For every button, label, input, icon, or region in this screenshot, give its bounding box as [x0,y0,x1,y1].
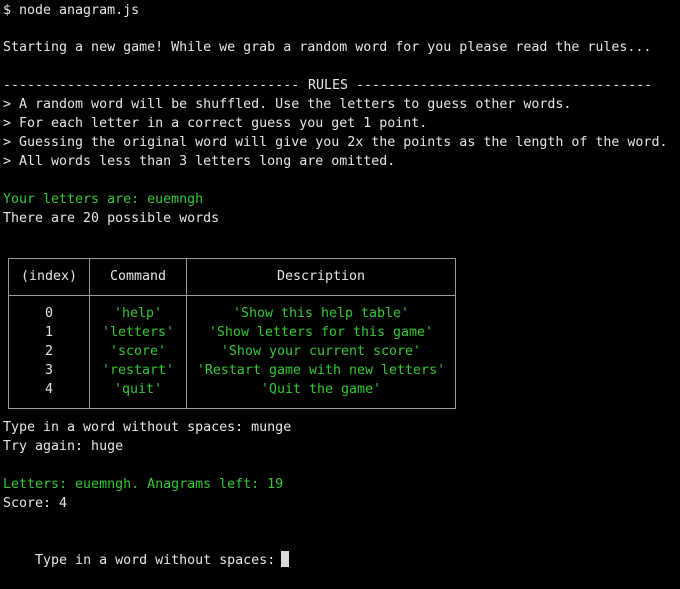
rule-line: > Guessing the original word will give y… [3,135,668,150]
table-cell-command: 'score' [109,344,167,359]
text-cursor[interactable] [281,551,290,567]
table-cell-description: 'Restart game with new letters' [196,363,446,378]
score-line: Score: 4 [3,496,68,511]
table-cell-index: 2 [44,344,53,359]
table-cell-index: 1 [44,325,53,340]
retry-line: Try again: huge [3,439,124,454]
rule-line: > A random word will be shuffled. Use th… [3,97,572,112]
divider-right [356,76,653,95]
command-table: (index) Command Description 0 'help' 'Sh… [8,258,456,409]
table-cell-index: 0 [44,306,53,321]
table-cell-index: 4 [44,382,53,397]
table-cell-index: 3 [44,363,53,378]
table-header-index: (index) [20,269,78,284]
start-message: Starting a new game! While we grab a ran… [3,40,652,55]
rules-title: RULES [307,78,349,93]
table-cell-command: 'help' [113,306,163,321]
table-cell-command: 'letters' [101,325,175,340]
prompt-history: Type in a word without spaces: munge [3,420,292,435]
table-header-command: Command [109,269,167,284]
table-cell-command: 'restart' [101,363,175,378]
table-cell-description: 'Show letters for this game' [208,325,434,340]
table-cell-description: 'Quit the game' [260,382,382,397]
table-cell-description: 'Show this help table' [232,306,410,321]
terminal-window[interactable]: $ node anagram.js Starting a new game! W… [3,0,677,570]
rule-line: > All words less than 3 letters long are… [3,154,396,169]
rule-line: > For each letter in a correct guess you… [3,116,428,131]
status-line: Letters: euemngh. Anagrams left: 19 [3,477,284,492]
divider-left [3,76,300,95]
letters-line: Your letters are: euemngh [3,192,204,207]
command-line: $ node anagram.js [3,3,140,18]
input-prompt: Type in a word without spaces: [35,553,276,568]
header-separator [9,295,455,296]
table-header-description: Description [276,269,366,284]
input-prompt-row[interactable]: Type in a word without spaces: [3,532,290,568]
table-cell-command: 'quit' [113,382,163,397]
rules-divider: RULES [3,76,653,95]
table-cell-description: 'Show your current score' [220,344,422,359]
possible-words-line: There are 20 possible words [3,211,220,226]
